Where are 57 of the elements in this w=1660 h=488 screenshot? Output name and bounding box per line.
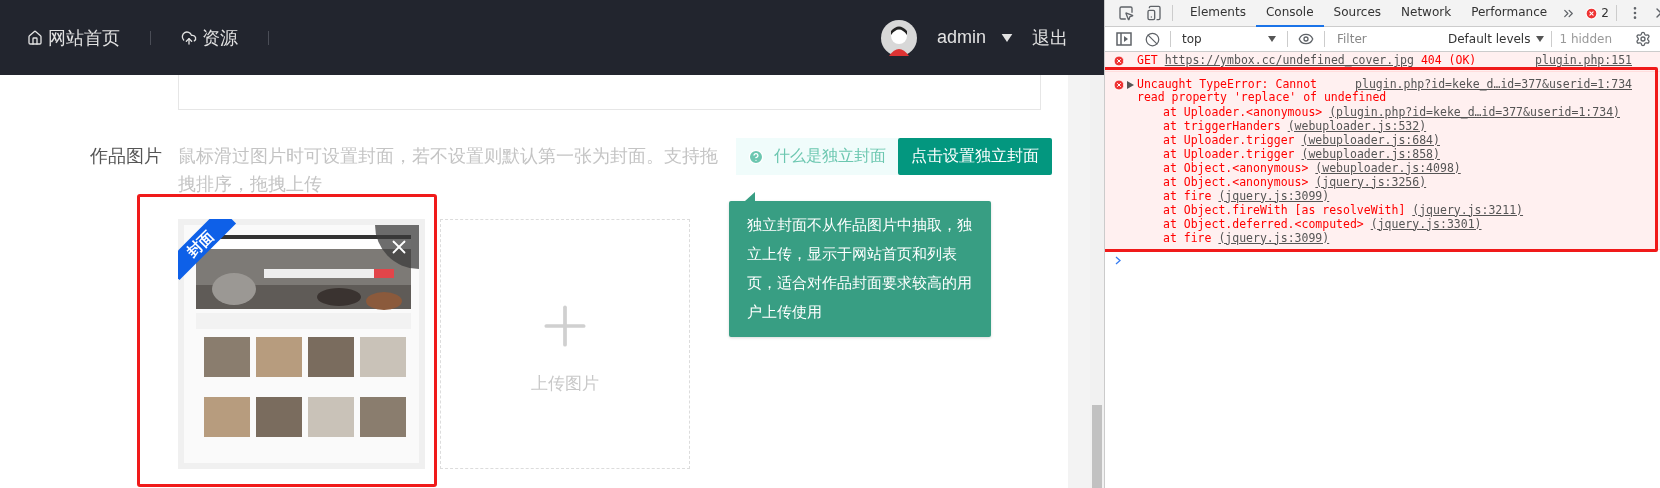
nav-link[interactable]: 资源 — [181, 25, 238, 50]
devtools-tab[interactable]: Console — [1255, 0, 1324, 27]
source-link[interactable]: (webuploader.js:4098) — [1315, 160, 1461, 175]
nav-link[interactable]: 网站首页 — [27, 25, 120, 50]
url-link[interactable]: https://ymbox.cc/undefined_cover.jpg — [1164, 53, 1414, 67]
source-link[interactable]: (jquery.js:3099) — [1218, 230, 1330, 245]
error-message: read property 'replace' of undefined — [1137, 90, 1387, 104]
stack-frame: at Uploader.<anonymous> — [1163, 104, 1323, 119]
source-link[interactable]: (plugin.php?id=keke_d…id=377&userid=1:734) — [1329, 104, 1620, 119]
devtools-tab[interactable]: Sources — [1323, 0, 1392, 27]
request-method: GET — [1137, 53, 1158, 67]
home-icon — [27, 29, 43, 46]
source-link[interactable]: (webuploader.js:684) — [1301, 132, 1440, 147]
source-link[interactable]: (jquery.js:3211) — [1412, 202, 1524, 217]
error-count[interactable]: 2 — [1585, 6, 1609, 20]
devtools-tab[interactable]: Network — [1391, 0, 1462, 27]
logout-link[interactable]: 退出 — [1032, 25, 1068, 50]
error-message: Uncaught TypeError: Cannot — [1137, 77, 1317, 91]
levels-select[interactable]: Default levels — [1448, 32, 1545, 46]
stack-frame: at triggerHanders — [1163, 118, 1281, 133]
stack-frame: at Uploader.trigger — [1163, 146, 1295, 161]
stack-frame: at Object.deferred.<computed> — [1163, 216, 1364, 231]
stack-frame: at Uploader.trigger — [1163, 132, 1295, 147]
prompt-icon[interactable] — [1115, 255, 1121, 265]
stack-frame: at fire — [1163, 230, 1212, 245]
status-text: 404 (OK) — [1420, 53, 1477, 67]
error-icon — [1113, 78, 1125, 91]
field-label: 作品图片 — [90, 145, 162, 168]
scrollbar-thumb[interactable] — [1092, 405, 1102, 488]
source-link[interactable]: (webuploader.js:858) — [1301, 146, 1440, 161]
stack-frame: at fire — [1163, 188, 1212, 203]
set-cover-button[interactable]: 点击设置独立封面 — [898, 138, 1052, 175]
user-menu[interactable]: admin — [936, 27, 1014, 48]
context-select[interactable]: top — [1178, 32, 1280, 46]
source-link[interactable]: (jquery.js:3256) — [1315, 174, 1427, 189]
help-icon — [748, 148, 764, 165]
tooltip: 独立封面不从作品图片中抽取，独立上传，显示于网站首页和列表页，适合对作品封面要求较高的用户上传使用 — [729, 201, 991, 337]
caret-icon — [1000, 33, 1014, 42]
tooltip-arrow — [745, 192, 755, 201]
stack-frame: at Object.<anonymous> — [1163, 160, 1309, 175]
caret-icon — [1268, 36, 1276, 42]
cloud-upload-icon — [181, 29, 197, 46]
hidden-count: 1 hidden — [1559, 32, 1613, 46]
stack-frame: at Object.fireWith [as resolveWith] — [1163, 202, 1406, 217]
source-link[interactable]: (jquery.js:3099) — [1218, 188, 1330, 203]
devtools-tab[interactable]: Performance — [1461, 0, 1558, 27]
devtools-tab[interactable]: Elements — [1180, 0, 1256, 27]
source-link[interactable]: (webuploader.js:532) — [1287, 118, 1427, 133]
source-link[interactable]: plugin.php?id=keke_d…id=377&userid=1:734 — [1355, 77, 1632, 91]
error-icon — [1113, 55, 1125, 67]
image-thumbnail[interactable]: 封面 — [178, 219, 425, 469]
source-link[interactable]: (jquery.js:3301) — [1370, 216, 1482, 231]
source-link[interactable]: plugin.php:151 — [1535, 54, 1632, 68]
expand-icon[interactable] — [1127, 80, 1134, 89]
stack-frame: at Object.<anonymous> — [1163, 174, 1309, 189]
avatar — [880, 19, 917, 56]
caret-icon — [1536, 36, 1545, 42]
